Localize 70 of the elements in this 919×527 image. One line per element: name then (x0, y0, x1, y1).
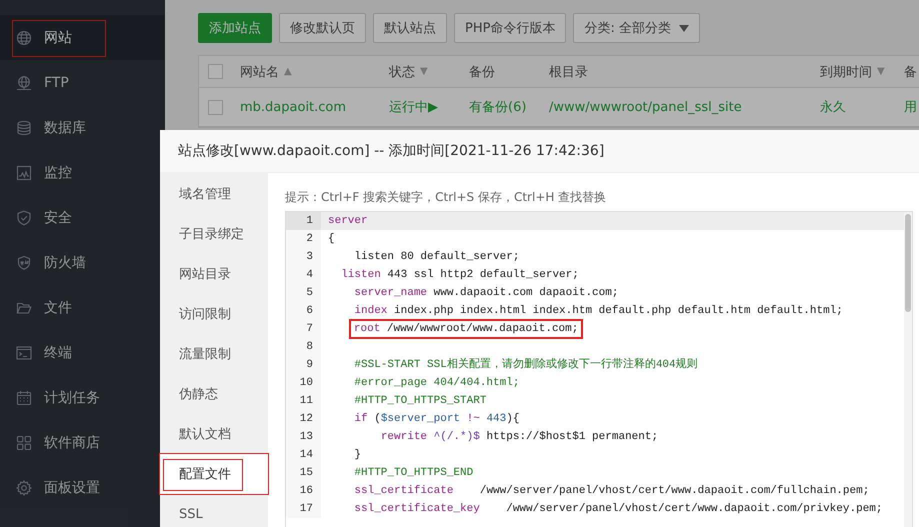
line-number: 12 (286, 410, 321, 428)
line-number: 2 (286, 230, 321, 248)
code-line: #HTTP_TO_HTTPS_START (354, 394, 486, 409)
code-line: listen 443 ssl http2 default_server; (341, 268, 579, 283)
shield-icon (16, 254, 32, 270)
add-site-button[interactable]: 添加站点 (198, 13, 272, 43)
code-line: ssl_certificate /www/server/panel/vhost/cert/www.dapaoit.com/fullchain.pem; (354, 484, 870, 499)
column-header[interactable]: 备份 (469, 62, 495, 80)
toolbar-button[interactable]: 默认站点 (373, 13, 447, 43)
globe-icon (16, 30, 32, 46)
code-line: } (354, 448, 362, 463)
line-number: 3 (286, 248, 321, 266)
terminal-icon (16, 344, 32, 360)
line-number: 13 (286, 428, 321, 446)
line-number: 4 (286, 266, 321, 284)
code-line: #SSL-START SSL相关配置，请勿删除或修改下一行带注释的404规则 (354, 356, 698, 373)
code-line: { (328, 232, 335, 247)
code-line: #HTTP_TO_HTTPS_END (354, 466, 474, 481)
shield-check-icon (16, 210, 32, 226)
column-header[interactable]: 根目录 (549, 62, 588, 80)
dialog-title: 站点修改[www.dapaoit.com] -- 添加时间[2021-11-26 17:42:36] (178, 142, 604, 160)
line-number: 15 (286, 464, 321, 482)
code-line: ssl_certificate_key /www/server/panel/vhost/cert/www.dapaoit.com/privkey.pem; (354, 502, 882, 517)
column-header[interactable]: 备 (904, 62, 917, 80)
table-cell-text: 永久 (820, 99, 846, 116)
table-cell-text: 用 (904, 99, 917, 116)
line-number: 10 (286, 374, 321, 392)
code-line: #error_page 404/404.html; (354, 376, 520, 391)
line-number: 11 (286, 392, 321, 410)
calendar-icon (16, 390, 32, 406)
caret-icon (678, 24, 689, 32)
table-cell: mb.dapaoit.com (240, 100, 346, 114)
line-number: 1 (286, 212, 321, 230)
line-number: 6 (286, 302, 321, 320)
code-line: rewrite ^(/.*)$ https://$host$1 permanent; (380, 430, 658, 445)
settings-icon (16, 480, 32, 496)
sidebar-item[interactable]: 网站 (0, 15, 165, 60)
table-cell-text: 有备份(6) (469, 99, 526, 116)
select-all-checkbox[interactable] (208, 64, 223, 79)
table-cell-text: 运行中▶ (389, 99, 438, 116)
dialog-tab[interactable]: 配置文件 (160, 454, 268, 494)
database-icon (16, 120, 32, 136)
line-number: 9 (286, 356, 321, 374)
line-number: 8 (286, 338, 321, 356)
code-line: listen 80 default_server; (354, 250, 520, 265)
column-header[interactable]: 状态 (389, 62, 415, 80)
line-number: 17 (286, 500, 321, 518)
line-number: 5 (286, 284, 321, 302)
toolbar-button[interactable]: 修改默认页 (279, 13, 366, 43)
code-line: if ($server_port !~ 443){ (354, 412, 520, 427)
line-number: 14 (286, 446, 321, 464)
code-line: server (328, 214, 368, 229)
category-dropdown[interactable]: 分类: 全部分类 (573, 13, 700, 43)
sidebar-item[interactable]: 数据库 (0, 105, 165, 150)
scrollbar[interactable] (904, 212, 912, 527)
code-editor[interactable] (285, 211, 913, 527)
grid-icon (16, 434, 32, 450)
monitor-chart-icon (16, 164, 32, 180)
code-line: server_name www.dapaoit.com dapaoit.com; (354, 286, 618, 301)
line-number: 16 (286, 482, 321, 500)
toolbar-button[interactable]: PHP命令行版本 (454, 13, 566, 43)
column-header[interactable]: 到期时间 (820, 62, 872, 80)
code-line: index index.php index.html index.htm default.php default.htm default.html; (354, 304, 843, 319)
hint-text: 提示：Ctrl+F 搜索关键字，Ctrl+S 保存，Ctrl+H 查找替换 (285, 189, 608, 206)
sidebar-item[interactable]: FTP (0, 60, 165, 105)
column-header[interactable]: 网站名 (240, 62, 279, 80)
line-number: 7 (286, 320, 321, 338)
globe-icon (16, 74, 32, 90)
row-checkbox[interactable] (208, 100, 223, 114)
table-cell: /www/wwwroot/panel_ssl_site (549, 100, 742, 114)
